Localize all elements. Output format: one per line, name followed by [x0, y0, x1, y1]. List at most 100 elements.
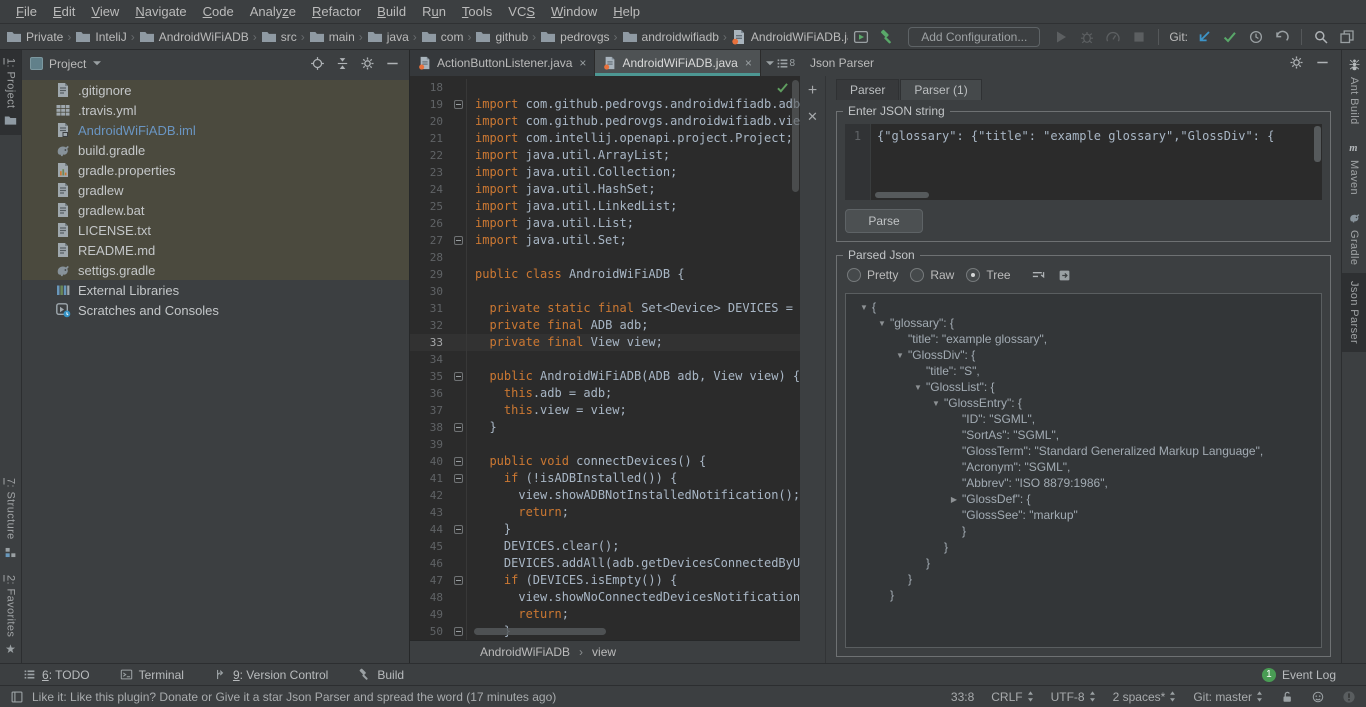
project-tree-item[interactable]: .gitignore: [22, 80, 409, 100]
notifications-icon[interactable]: [1342, 690, 1356, 704]
code-line[interactable]: 26import java.util.List;: [410, 215, 800, 232]
parse-button[interactable]: Parse: [845, 209, 923, 233]
code-line[interactable]: 41 if (!isADBInstalled()) {: [410, 470, 800, 487]
status-widget-git[interactable]: Git: master: [1193, 690, 1263, 704]
history-icon[interactable]: [1244, 26, 1268, 47]
json-input-vertical-scrollbar[interactable]: [1314, 126, 1321, 162]
locate-file-icon[interactable]: [310, 56, 326, 72]
unlock-icon[interactable]: [1280, 690, 1294, 704]
menu-item-window[interactable]: Window: [543, 0, 605, 23]
json-tree-row[interactable]: ▼"glossary": {: [846, 315, 1321, 331]
fold-gutter[interactable]: [450, 623, 467, 640]
editor-breadcrumb-item[interactable]: AndroidWiFiADB: [480, 645, 570, 659]
fold-gutter[interactable]: [450, 96, 467, 113]
editor-vertical-scrollbar[interactable]: [792, 80, 799, 192]
code-line[interactable]: 46 DEVICES.addAll(adb.getDevicesConnecte…: [410, 555, 800, 572]
code-line[interactable]: 25import java.util.LinkedList;: [410, 198, 800, 215]
tree-expanded-icon[interactable]: ▼: [910, 383, 926, 392]
run-anything-icon[interactable]: [849, 26, 873, 47]
toolwindow-button-build[interactable]: Build: [358, 668, 404, 682]
breadcrumb-item[interactable]: AndroidWiFiADB.java: [731, 29, 848, 45]
code-editor[interactable]: 1819import com.github.pedrovgs.androidwi…: [410, 76, 800, 640]
tool-stripe-tab-ant-build[interactable]: Ant Build: [1342, 50, 1366, 133]
json-input-editor[interactable]: 1 {"glossary": {"title": "example glossa…: [845, 124, 1322, 200]
code-line[interactable]: 19import com.github.pedrovgs.androidwifi…: [410, 96, 800, 113]
fold-gutter[interactable]: [450, 572, 467, 589]
json-input-text[interactable]: {"glossary": {"title": "example glossary…: [871, 124, 1280, 200]
rollback-icon[interactable]: [1270, 26, 1294, 47]
project-tree-item[interactable]: gradlew.bat: [22, 200, 409, 220]
toolwindow-button-todo[interactable]: 6: TODO: [23, 668, 90, 682]
code-line[interactable]: 31 private static final Set<Device> DEVI…: [410, 300, 800, 317]
code-line[interactable]: 49 return;: [410, 606, 800, 623]
breadcrumb-item[interactable]: pedrovgs: [540, 29, 609, 45]
code-line[interactable]: 33 private final View view;: [410, 334, 800, 351]
code-line[interactable]: 44 }: [410, 521, 800, 538]
chevron-down-icon[interactable]: [92, 57, 102, 70]
radio-raw[interactable]: Raw: [910, 268, 954, 282]
json-tree-row[interactable]: }: [846, 523, 1321, 539]
project-tree-item[interactable]: gradle.properties: [22, 160, 409, 180]
menu-item-code[interactable]: Code: [195, 0, 242, 23]
code-line[interactable]: 37 this.view = view;: [410, 402, 800, 419]
caret-position-widget[interactable]: 33:8: [951, 690, 974, 704]
code-line[interactable]: 18: [410, 79, 800, 96]
add-parser-tab-icon[interactable]: +: [804, 82, 822, 100]
breadcrumb-item[interactable]: github: [475, 29, 528, 45]
fold-start-icon[interactable]: [454, 100, 463, 109]
fold-end-icon[interactable]: [454, 525, 463, 534]
code-line[interactable]: 24import java.util.HashSet;: [410, 181, 800, 198]
build-project-icon[interactable]: [875, 26, 899, 47]
json-tree-view[interactable]: ▼{▼"glossary": {"title": "example glossa…: [845, 293, 1322, 648]
hide-panel-icon[interactable]: [385, 56, 401, 72]
toolwindow-button-control[interactable]: 9: Version Control: [214, 668, 328, 682]
json-tree-row[interactable]: }: [846, 539, 1321, 555]
restore-layout-icon[interactable]: [1335, 26, 1359, 47]
tool-stripe-tab-maven[interactable]: mMaven: [1342, 133, 1366, 203]
collapse-all-icon[interactable]: [335, 56, 351, 72]
json-tree-row[interactable]: "title": "example glossary",: [846, 331, 1321, 347]
project-tree-item[interactable]: Scratches and Consoles: [22, 300, 409, 320]
project-tree-item[interactable]: AndroidWiFiADB.iml: [22, 120, 409, 140]
project-tree-item[interactable]: gradlew: [22, 180, 409, 200]
fold-gutter[interactable]: [450, 453, 467, 470]
project-tree-item[interactable]: README.md: [22, 240, 409, 260]
tree-expanded-icon[interactable]: ▼: [928, 399, 944, 408]
code-line[interactable]: 36 this.adb = adb;: [410, 385, 800, 402]
fold-start-icon[interactable]: [454, 372, 463, 381]
tool-stripe-tab-structure[interactable]: 7: Structure: [0, 470, 21, 567]
breadcrumb-item[interactable]: com: [421, 29, 464, 45]
project-tree-item[interactable]: LICENSE.txt: [22, 220, 409, 240]
code-line[interactable]: 30: [410, 283, 800, 300]
menu-item-file[interactable]: File: [8, 0, 45, 23]
code-line[interactable]: 27import java.util.Set;: [410, 232, 800, 249]
json-input-horizontal-scrollbar[interactable]: [875, 192, 929, 198]
parser-tab[interactable]: Parser (1): [900, 79, 981, 100]
json-tree-row[interactable]: "Acronym": "SGML",: [846, 459, 1321, 475]
menu-item-help[interactable]: Help: [605, 0, 648, 23]
add-configuration-button[interactable]: Add Configuration...: [908, 27, 1040, 47]
json-tree-row[interactable]: }: [846, 587, 1321, 603]
code-line[interactable]: 21import com.intellij.openapi.project.Pr…: [410, 130, 800, 147]
fold-end-icon[interactable]: [454, 236, 463, 245]
menu-item-refactor[interactable]: Refactor: [304, 0, 369, 23]
git-update-icon[interactable]: [1192, 26, 1216, 47]
stop-icon[interactable]: [1127, 26, 1151, 47]
toolwindow-button-terminal[interactable]: Terminal: [120, 668, 184, 682]
fold-gutter[interactable]: [450, 419, 467, 436]
code-line[interactable]: 43 return;: [410, 504, 800, 521]
json-tree-row[interactable]: ▼"GlossDiv": {: [846, 347, 1321, 363]
fold-gutter[interactable]: [450, 470, 467, 487]
code-line[interactable]: 22import java.util.ArrayList;: [410, 147, 800, 164]
menu-item-vcs[interactable]: VCS: [500, 0, 543, 23]
menu-item-tools[interactable]: Tools: [454, 0, 500, 23]
tool-stripe-tab-favorites[interactable]: 2: Favorites★: [0, 567, 21, 663]
profile-icon[interactable]: [1101, 26, 1125, 47]
code-line[interactable]: 23import java.util.Collection;: [410, 164, 800, 181]
tool-stripe-tab-project[interactable]: 1: Project: [0, 50, 21, 135]
settings-icon[interactable]: [360, 56, 376, 72]
editor-breadcrumb-item[interactable]: view: [592, 645, 616, 659]
radio-tree[interactable]: Tree: [966, 268, 1010, 282]
editor-tab[interactable]: AndroidWiFiADB.java×: [595, 50, 760, 76]
breadcrumb-item[interactable]: InteliJ: [75, 29, 126, 45]
